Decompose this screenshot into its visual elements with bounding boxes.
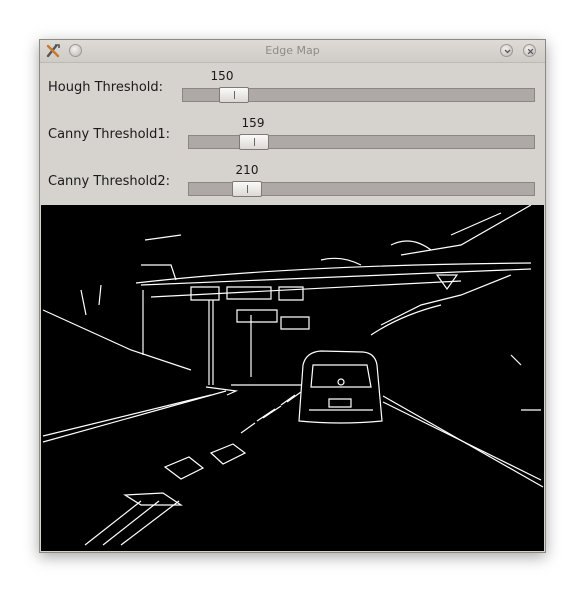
canny-threshold2-label: Canny Threshold2:	[48, 174, 171, 189]
canny-threshold2-slider[interactable]	[188, 181, 535, 197]
chevron-down-icon	[504, 49, 511, 54]
canny-threshold2-value: 210	[235, 163, 259, 177]
hough-threshold-value: 150	[210, 69, 234, 83]
canny-threshold1-value: 159	[241, 116, 265, 130]
close-icon	[527, 48, 534, 55]
canny-threshold1-knob[interactable]	[239, 134, 269, 150]
window-title: Edge Map	[265, 44, 320, 57]
title-bar[interactable]: Edge Map	[40, 40, 545, 63]
edge-map-window: Edge Map Hough Threshold: 150 Canny Thre…	[39, 39, 546, 553]
minimize-button[interactable]	[500, 44, 513, 57]
hough-threshold-knob[interactable]	[219, 87, 249, 103]
canny-threshold1-slider[interactable]	[188, 134, 535, 150]
canny-threshold2-knob[interactable]	[232, 181, 262, 197]
hough-threshold-label: Hough Threshold:	[48, 80, 164, 95]
hough-threshold-slider[interactable]	[182, 87, 535, 103]
edge-map-image	[41, 204, 544, 551]
edge-lines	[42, 204, 544, 546]
canny-threshold1-label: Canny Threshold1:	[48, 127, 171, 142]
close-button[interactable]	[523, 44, 536, 57]
